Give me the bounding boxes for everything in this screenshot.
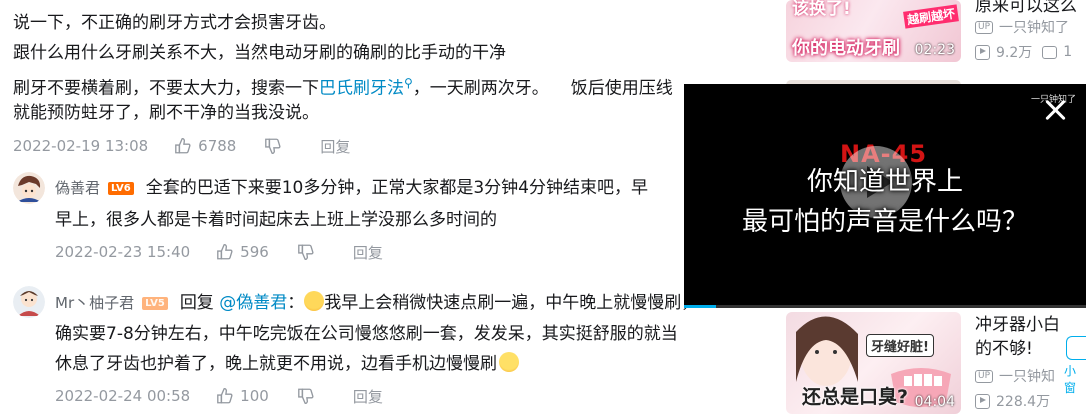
video-thumbnail[interactable]: 该换了! 越刷越坏 你的电动牙刷 02:23 <box>786 0 961 62</box>
thumb-down-icon <box>297 388 314 404</box>
comment-line: 刷牙不要横着刷，不要太大力，搜索一下巴氏刷牙法⚲，一天刷两次牙。 饭后使用压线 <box>13 68 770 99</box>
level-badge: LV6 <box>108 182 134 195</box>
danmaku-icon <box>1042 45 1058 59</box>
play-count-icon <box>975 44 990 60</box>
reply-header: Mr丶柚子君 LV5 回复 @偽善君： 我早上会稍微快速点刷一遍，中午晚上就慢慢刷， <box>55 287 698 319</box>
reply-colon: ： <box>287 293 305 313</box>
username[interactable]: Mr丶柚子君 <box>55 294 134 312</box>
video-uploader[interactable]: UP 一只钟知了 <box>975 17 1069 37</box>
video-title[interactable]: 冲牙器小白 <box>975 313 1060 337</box>
view-count: 228.4万 <box>996 394 1051 410</box>
search-icon[interactable]: ⚲ <box>404 76 413 90</box>
mini-player[interactable]: 一只钟知了 NA-45 你知道世界上 最可怕的声音是什么吗？ <box>684 84 1086 308</box>
reply-prefix: 回复 <box>179 293 214 313</box>
reply-meta: 2022-02-23 15:40 596 回复 <box>55 239 411 265</box>
thumb-down-icon <box>265 138 281 154</box>
dislike-button[interactable] <box>264 137 288 155</box>
view-count: 9.2万 <box>996 45 1033 61</box>
comment-section: 说一下，不正确的刷牙方式才会损害牙齿。 跟什么用什么牙刷关系不大，当然电动牙刷的… <box>0 0 770 416</box>
reply-line: 早上，很多人都是卡着时间起床去上班上学没那么多时间的 <box>55 204 497 236</box>
danmaku-count: 1 <box>1063 44 1073 60</box>
comment-text: 饭后使用压线 <box>570 78 673 99</box>
uploader-name: 一只钟知 <box>999 369 1056 385</box>
comment-line: 说一下，不正确的刷牙方式才会损害牙齿。 <box>13 13 336 33</box>
video-stats: 9.2万 1 <box>975 42 1072 62</box>
up-badge: UP <box>975 20 994 34</box>
thumb-caption: 还总是口臭? <box>802 386 909 408</box>
comment-date: 2022-02-19 13:08 <box>13 137 149 155</box>
like-button[interactable]: 596 <box>216 243 269 261</box>
reply-date: 2022-02-24 00:58 <box>55 387 191 405</box>
mini-window-icon[interactable] <box>1066 336 1086 360</box>
thumb-caption: 牙缝好脏! <box>866 334 934 357</box>
reply-line: 确实要7-8分钟左右，中午吃完饭在公司慢悠悠刷一套，发发呆，其实挺舒服的就当 <box>55 318 678 350</box>
play-count-icon <box>975 393 990 409</box>
reply-text: 休息了牙齿也护着了，晚上就更不用说，边看手机边慢慢刷 <box>55 354 497 374</box>
thumb-up-icon <box>217 388 233 404</box>
comment-body: 说一下，不正确的刷牙方式才会损害牙齿。 跟什么用什么牙刷关系不大，当然电动牙刷的… <box>13 8 770 128</box>
like-button[interactable]: 6788 <box>174 137 236 155</box>
video-title[interactable]: 原来可以这么 <box>975 0 1077 18</box>
uploader-name: 一只钟知了 <box>999 20 1070 36</box>
comment-line: 跟什么用什么牙刷关系不大，当然电动牙刷的确刷的比手动的干净 <box>13 43 506 63</box>
search-link[interactable]: 巴氏刷牙法 <box>319 79 404 99</box>
reply-meta: 2022-02-24 00:58 100 回复 <box>55 383 411 409</box>
like-count: 6788 <box>198 137 237 155</box>
like-count: 596 <box>240 243 269 261</box>
comment-text: ，一天刷两次牙。 <box>412 78 549 99</box>
reply-date: 2022-02-23 15:40 <box>55 243 191 261</box>
video-title[interactable]: 的不够! <box>975 337 1033 361</box>
video-duration: 02:23 <box>914 42 955 58</box>
reply-text: 全套的巴适下来要10多分钟，正常大家都是3分钟4分钟结束吧，早 <box>145 178 648 198</box>
reply-header: 偽善君 LV6 全套的巴适下来要10多分钟，正常大家都是3分钟4分钟结束吧，早 <box>55 172 648 204</box>
video-stats: 228.4万 <box>975 391 1050 411</box>
reply-text: 我早上会稍微快速点刷一遍，中午晚上就慢慢刷， <box>324 293 699 313</box>
progress-bar[interactable] <box>684 305 1086 308</box>
comment-line: 就能预防蛀牙了，刷不干净的当我没说。 <box>13 103 319 123</box>
reply-button[interactable]: 回复 <box>353 242 383 263</box>
video-duration: 04:04 <box>914 394 955 410</box>
thumb-caption: 越刷越坏 <box>903 4 959 29</box>
avatar[interactable] <box>13 286 45 318</box>
thumb-caption: 该换了! <box>792 0 851 19</box>
reply-button[interactable]: 回复 <box>320 136 350 157</box>
progress-fill <box>684 305 717 308</box>
thumb-up-icon <box>217 244 233 260</box>
thumb-up-icon <box>175 138 191 154</box>
avatar[interactable] <box>13 172 45 204</box>
video-uploader[interactable]: UP 一只钟知 <box>975 366 1055 386</box>
thumb-down-icon <box>297 244 314 260</box>
thumb-caption: 你的电动牙刷 <box>792 38 900 59</box>
reply-button[interactable]: 回复 <box>353 386 383 407</box>
up-badge: UP <box>975 369 994 383</box>
reply-text: 确实要7-8分钟左右，中午吃完饭在公司慢悠悠刷一套，发发呆，其实挺舒服的就当 <box>55 324 678 344</box>
reply-line: 休息了牙齿也护着了，晚上就更不用说，边看手机边慢慢刷 <box>55 348 519 380</box>
video-thumbnail[interactable]: 牙缝好脏! 还总是口臭? 04:04 <box>786 312 961 414</box>
dislike-button[interactable] <box>297 243 321 261</box>
laugh-emoji-icon <box>304 291 325 311</box>
comment-meta: 2022-02-19 13:08 6788 回复 <box>13 133 378 159</box>
comment-text: 刷牙不要横着刷，不要太大力，搜索一下 <box>13 78 319 99</box>
mini-window-label[interactable]: 小窗 <box>1064 362 1086 396</box>
like-count: 100 <box>240 387 269 405</box>
grin-emoji-icon <box>499 352 519 372</box>
username[interactable]: 偽善君 <box>55 179 100 197</box>
close-icon[interactable] <box>1042 97 1068 123</box>
reply-text: 早上，很多人都是卡着时间起床去上班上学没那么多时间的 <box>55 210 497 230</box>
subtitle-line: 最可怕的声音是什么吗？ <box>741 207 1028 237</box>
subtitle-line: 你知道世界上 <box>806 167 963 197</box>
level-badge: LV5 <box>142 297 168 310</box>
mention-link[interactable]: @偽善君 <box>219 293 287 313</box>
like-button[interactable]: 100 <box>216 387 269 405</box>
dislike-button[interactable] <box>297 387 321 405</box>
